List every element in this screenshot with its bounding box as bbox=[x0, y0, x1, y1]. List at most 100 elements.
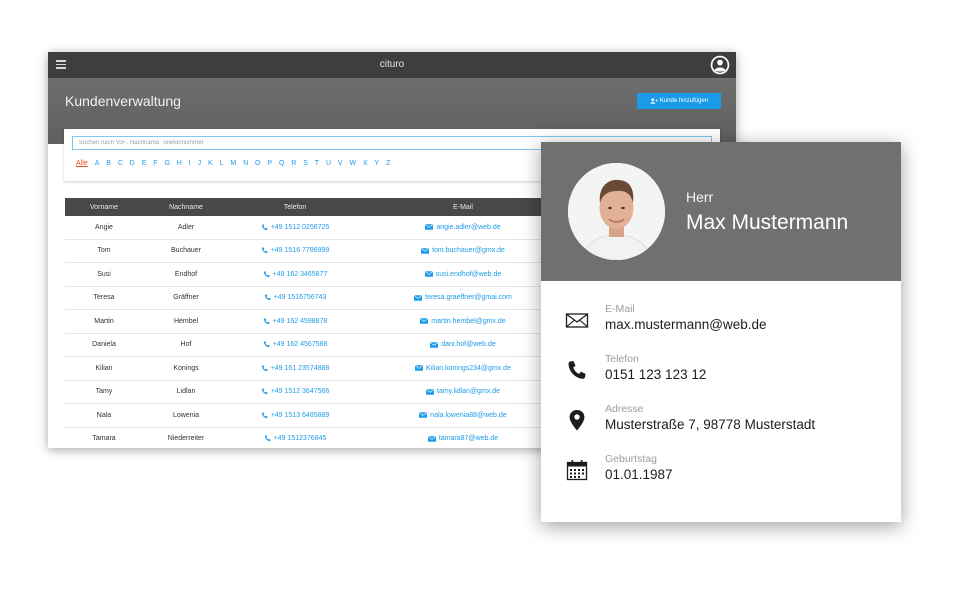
phone-link[interactable]: +49 162 4598878 bbox=[273, 318, 328, 325]
filter-letter[interactable]: W bbox=[349, 160, 356, 167]
filter-letter[interactable]: A bbox=[95, 160, 100, 167]
portrait-image bbox=[568, 163, 665, 260]
cell-email[interactable]: tamara87@web.de bbox=[361, 428, 565, 449]
add-user-icon bbox=[650, 98, 658, 104]
email-link[interactable]: teresa.graeffner@gmai.com bbox=[425, 294, 512, 301]
cell-last-name: Konings bbox=[173, 364, 199, 372]
filter-letter[interactable]: L bbox=[220, 160, 224, 167]
filter-letter[interactable]: U bbox=[326, 160, 331, 167]
address-label: Adresse bbox=[605, 403, 644, 415]
phone-icon bbox=[261, 365, 268, 371]
cell-phone[interactable]: +49 1516 7786999 bbox=[229, 240, 361, 263]
cell-phone[interactable]: +49 161 23574888 bbox=[229, 357, 361, 380]
filter-letter[interactable]: N bbox=[243, 160, 248, 167]
filter-letter[interactable]: Q bbox=[279, 160, 284, 167]
phone-link[interactable]: +49 162 4567588 bbox=[273, 341, 328, 348]
cell-first-name: Martin bbox=[94, 317, 114, 325]
filter-letter[interactable]: E bbox=[142, 160, 147, 167]
birthday-label: Geburtstag bbox=[605, 453, 657, 465]
filter-all[interactable]: Alle bbox=[76, 160, 88, 167]
column-header-phone[interactable]: Telefon bbox=[229, 198, 361, 216]
cell-email[interactable]: susi.endhof@web.de bbox=[361, 263, 565, 286]
email-link[interactable]: tamy.lidlan@gmx.de bbox=[437, 388, 500, 395]
app-title: cituro bbox=[379, 59, 405, 70]
cell-phone[interactable]: +49 1512 0256725 bbox=[229, 216, 361, 239]
phone-link[interactable]: +49 1513 6485889 bbox=[271, 412, 330, 419]
filter-letter[interactable]: H bbox=[177, 160, 182, 167]
cell-phone[interactable]: +49 1516756743 bbox=[229, 287, 361, 310]
email-link[interactable]: dani.hof@web.de bbox=[441, 341, 496, 348]
birthday-value[interactable]: 01.01.1987 bbox=[605, 467, 673, 482]
cell-first-name: Nala bbox=[96, 411, 112, 419]
email-link[interactable]: susi.endhof@web.de bbox=[436, 271, 501, 278]
cell-email[interactable]: tom.buchauer@gmx.de bbox=[361, 240, 565, 263]
phone-icon bbox=[264, 294, 271, 301]
phone-link[interactable]: +49 1516756743 bbox=[274, 294, 327, 301]
email-link[interactable]: Kilian.konings234@gmx.de bbox=[426, 365, 511, 372]
cell-email[interactable]: dani.hof@web.de bbox=[361, 334, 565, 357]
email-value[interactable]: max.mustermann@web.de bbox=[605, 317, 767, 332]
phone-link[interactable]: +49 162 3465877 bbox=[273, 271, 328, 278]
add-customer-button[interactable]: Kunde hinzufügen bbox=[637, 93, 721, 109]
cell-last-name: Buchauer bbox=[171, 247, 201, 255]
filter-letter[interactable]: F bbox=[153, 160, 157, 167]
cell-phone[interactable]: +49 1513 6485889 bbox=[229, 404, 361, 427]
cell-email[interactable]: tamy.lidlan@gmx.de bbox=[361, 381, 565, 404]
phone-link[interactable]: +49 1512 3647566 bbox=[271, 388, 330, 395]
cell-email[interactable]: nala.lowenia88@web.de bbox=[361, 404, 565, 427]
cell-email[interactable]: martin.hembel@gmx.de bbox=[361, 310, 565, 333]
column-header-first-name[interactable]: Vorname bbox=[65, 198, 143, 216]
cell-phone[interactable]: +49 162 4598878 bbox=[229, 310, 361, 333]
column-header-last-name[interactable]: Nachname bbox=[143, 198, 229, 216]
filter-letter[interactable]: I bbox=[189, 160, 191, 167]
cell-phone[interactable]: +49 1512 3647566 bbox=[229, 381, 361, 404]
account-icon[interactable] bbox=[710, 55, 730, 75]
filter-letter[interactable]: X bbox=[363, 160, 368, 167]
filter-letter[interactable]: S bbox=[303, 160, 308, 167]
cell-email[interactable]: teresa.graeffner@gmai.com bbox=[361, 287, 565, 310]
filter-letter[interactable]: V bbox=[338, 160, 343, 167]
filter-letter[interactable]: K bbox=[208, 160, 213, 167]
cell-phone[interactable]: +49 162 4567588 bbox=[229, 334, 361, 357]
column-header-email[interactable]: E-Mail bbox=[361, 198, 565, 216]
filter-letter[interactable]: P bbox=[267, 160, 272, 167]
filter-letter[interactable]: Y bbox=[375, 160, 380, 167]
filter-letter[interactable]: C bbox=[118, 160, 123, 167]
cell-email[interactable]: Kilian.konings234@gmx.de bbox=[361, 357, 565, 380]
email-link[interactable]: tamara87@web.de bbox=[439, 435, 498, 442]
top-app-bar: cituro bbox=[48, 52, 736, 78]
phone-link[interactable]: +49 1516 7786999 bbox=[271, 247, 330, 254]
phone-icon bbox=[261, 388, 268, 395]
filter-letter[interactable]: R bbox=[291, 160, 296, 167]
cell-first-name: Tom bbox=[97, 247, 111, 255]
filter-letter[interactable]: G bbox=[164, 160, 169, 167]
email-label: E-Mail bbox=[605, 303, 635, 315]
email-link[interactable]: angie.adler@web.de bbox=[436, 224, 500, 231]
envelope-icon bbox=[425, 224, 434, 231]
cell-last-name: Lowenia bbox=[172, 411, 200, 419]
email-link[interactable]: tom.buchauer@gmx.de bbox=[432, 247, 505, 254]
phone-link[interactable]: +49 1512 0256725 bbox=[271, 224, 330, 231]
phone-link[interactable]: +49 1512376845 bbox=[274, 435, 327, 442]
cell-last-name: Hof bbox=[180, 341, 192, 349]
cell-last-name: Endhof bbox=[174, 270, 198, 278]
filter-letter[interactable]: Z bbox=[386, 160, 390, 167]
email-link[interactable]: martin.hembel@gmx.de bbox=[431, 318, 505, 325]
filter-letter[interactable]: O bbox=[255, 160, 260, 167]
phone-value[interactable]: 0151 123 123 12 bbox=[605, 367, 706, 382]
filter-letter[interactable]: M bbox=[230, 160, 236, 167]
filter-letter[interactable]: B bbox=[106, 160, 111, 167]
cell-last-name: Adler bbox=[177, 223, 195, 231]
cell-phone[interactable]: +49 162 3465877 bbox=[229, 263, 361, 286]
location-pin-icon bbox=[569, 410, 585, 431]
phone-link[interactable]: +49 161 23574888 bbox=[271, 365, 330, 372]
filter-letter[interactable]: J bbox=[198, 160, 202, 167]
phone-label: Telefon bbox=[605, 353, 639, 365]
filter-letter[interactable]: T bbox=[315, 160, 319, 167]
filter-letter[interactable]: D bbox=[130, 160, 135, 167]
address-value[interactable]: Musterstraße 7, 98778 Musterstadt bbox=[605, 417, 815, 432]
cell-phone[interactable]: +49 1512376845 bbox=[229, 428, 361, 449]
avatar bbox=[568, 163, 665, 260]
cell-email[interactable]: angie.adler@web.de bbox=[361, 216, 565, 239]
email-link[interactable]: nala.lowenia88@web.de bbox=[430, 412, 506, 419]
